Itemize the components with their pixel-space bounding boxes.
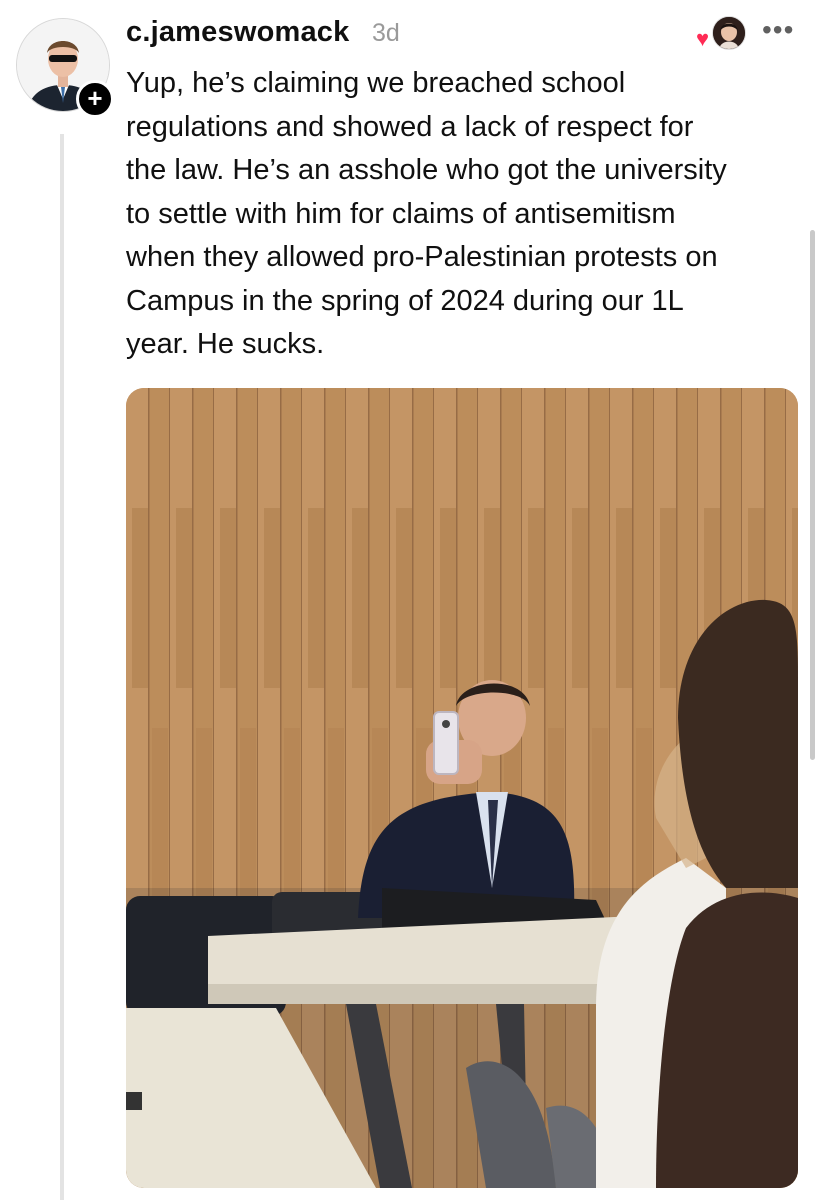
post-text-line: year. He sucks. xyxy=(126,328,325,360)
scrollbar[interactable] xyxy=(810,230,815,760)
post-photo[interactable] xyxy=(126,388,798,1188)
photo-image xyxy=(126,388,798,1188)
plus-icon: + xyxy=(87,83,103,113)
post-text-line: regulations and showed a lack of respect… xyxy=(126,110,694,143)
post-text-line: when they allowed pro-Palestinian protes… xyxy=(126,241,718,273)
more-options-button[interactable]: ••• xyxy=(762,14,794,46)
post-text-line: Yup, he’s claiming we breached school xyxy=(126,67,626,99)
thread-line xyxy=(60,134,64,1200)
heart-icon: ♥ xyxy=(696,26,710,51)
follow-button[interactable]: + xyxy=(76,80,114,118)
post-text-line: the law. He’s an asshole who got the uni… xyxy=(126,154,727,186)
username[interactable]: c.jameswomack xyxy=(126,16,349,49)
thread-post: + c.jameswomack 3d ♥ ••• Yup, he’s claim… xyxy=(0,0,817,1200)
post-text-line: to settle with him for claims of antisem… xyxy=(126,197,676,230)
timestamp: 3d xyxy=(372,19,400,47)
post-text: Yup, he’s claiming we breached school re… xyxy=(126,62,806,367)
liker-avatar xyxy=(712,16,746,50)
post-text-line: Campus in the spring of 2024 during our … xyxy=(126,284,684,317)
liked-by-indicator[interactable]: ♥ xyxy=(696,16,746,52)
